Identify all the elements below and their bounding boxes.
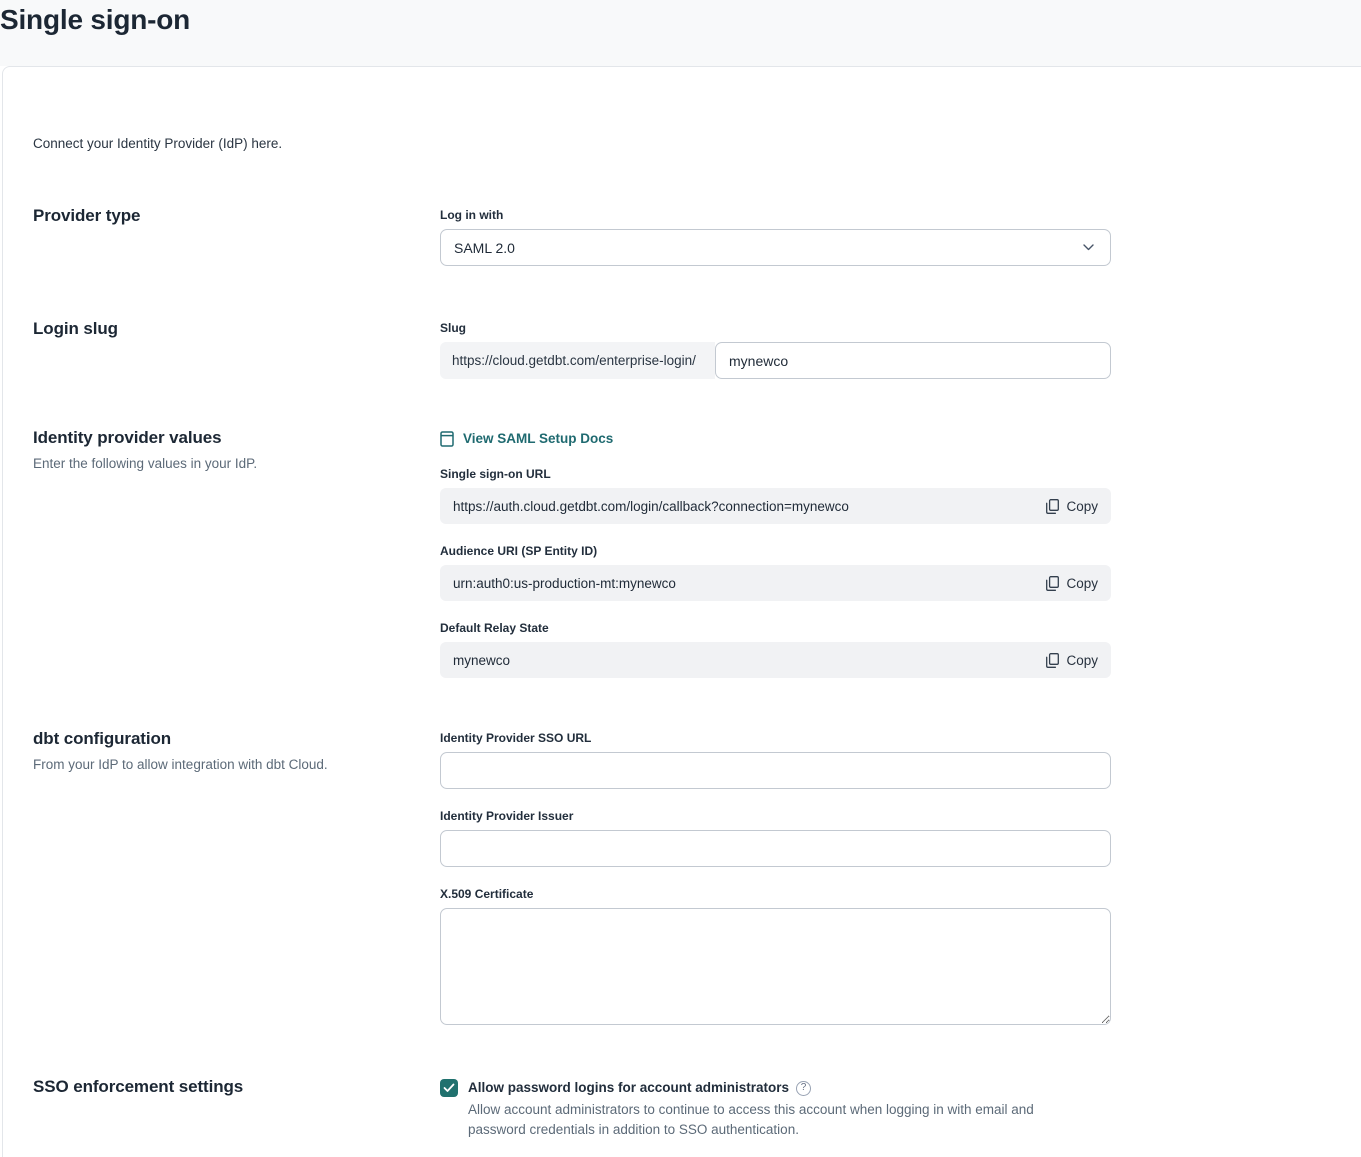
allow-password-logins-checkbox[interactable]: [440, 1079, 458, 1097]
provider-type-section: Provider type Log in with SAML 2.0: [33, 207, 1361, 266]
dbt-configuration-heading: dbt configuration: [33, 727, 440, 751]
x509-certificate-textarea[interactable]: [440, 908, 1111, 1025]
slug-label: Slug: [440, 320, 1111, 336]
audience-uri-value: urn:auth0:us-production-mt:mynewco: [453, 576, 676, 591]
relay-state-value: mynewco: [453, 653, 510, 668]
help-question-icon[interactable]: ?: [796, 1081, 811, 1096]
login-with-selected-value: SAML 2.0: [454, 240, 515, 256]
idp-issuer-input[interactable]: [440, 830, 1111, 867]
allow-password-logins-label: Allow password logins for account admini…: [468, 1078, 789, 1098]
x509-certificate-label: X.509 Certificate: [440, 886, 1111, 902]
copy-audience-uri-button[interactable]: Copy: [1046, 565, 1098, 601]
provider-type-heading: Provider type: [33, 204, 440, 228]
dbt-configuration-subheading: From your IdP to allow integration with …: [33, 755, 440, 774]
page-title: Single sign-on: [0, 0, 1361, 40]
checkmark-icon: [443, 1083, 455, 1093]
copy-icon: [1046, 499, 1059, 514]
login-slug-heading: Login slug: [33, 317, 440, 341]
sso-url-label: Single sign-on URL: [440, 466, 1111, 482]
view-saml-docs-link[interactable]: View SAML Setup Docs: [440, 429, 613, 449]
allow-password-logins-description: Allow account administrators to continue…: [468, 1100, 1093, 1140]
idp-sso-url-label: Identity Provider SSO URL: [440, 730, 1111, 746]
idp-values-subheading: Enter the following values in your IdP.: [33, 454, 440, 473]
copy-icon: [1046, 653, 1059, 668]
relay-state-readonly-field: mynewco Copy: [440, 642, 1111, 678]
slug-input-group: https://cloud.getdbt.com/enterprise-logi…: [440, 342, 1111, 379]
document-icon: [440, 431, 454, 447]
login-with-label: Log in with: [440, 207, 1111, 223]
idp-values-heading: Identity provider values: [33, 426, 440, 450]
intro-text: Connect your Identity Provider (IdP) her…: [33, 135, 1361, 153]
copy-button-label: Copy: [1066, 499, 1098, 514]
login-with-select[interactable]: SAML 2.0: [440, 229, 1111, 266]
page-header: Single sign-on: [0, 0, 1361, 66]
dbt-configuration-section: dbt configuration From your IdP to allow…: [33, 730, 1361, 1030]
slug-input[interactable]: [715, 342, 1111, 379]
idp-sso-url-input[interactable]: [440, 752, 1111, 789]
sso-url-readonly-field: https://auth.cloud.getdbt.com/login/call…: [440, 488, 1111, 524]
idp-issuer-label: Identity Provider Issuer: [440, 808, 1111, 824]
sso-enforcement-heading: SSO enforcement settings: [33, 1075, 440, 1099]
sso-settings-card: Connect your Identity Provider (IdP) her…: [2, 66, 1361, 1157]
audience-uri-label: Audience URI (SP Entity ID): [440, 543, 1111, 559]
view-saml-docs-label: View SAML Setup Docs: [463, 429, 613, 449]
sso-enforcement-section: SSO enforcement settings Allow password …: [33, 1078, 1361, 1140]
copy-relay-state-button[interactable]: Copy: [1046, 642, 1098, 678]
copy-button-label: Copy: [1066, 576, 1098, 591]
copy-icon: [1046, 576, 1059, 591]
audience-uri-readonly-field: urn:auth0:us-production-mt:mynewco Copy: [440, 565, 1111, 601]
sso-url-value: https://auth.cloud.getdbt.com/login/call…: [453, 499, 849, 514]
slug-url-prefix: https://cloud.getdbt.com/enterprise-logi…: [440, 342, 715, 379]
relay-state-label: Default Relay State: [440, 620, 1111, 636]
copy-sso-url-button[interactable]: Copy: [1046, 488, 1098, 524]
idp-values-section: Identity provider values Enter the follo…: [33, 429, 1361, 678]
chevron-down-icon: [1083, 244, 1094, 251]
copy-button-label: Copy: [1066, 653, 1098, 668]
login-slug-section: Login slug Slug https://cloud.getdbt.com…: [33, 320, 1361, 379]
